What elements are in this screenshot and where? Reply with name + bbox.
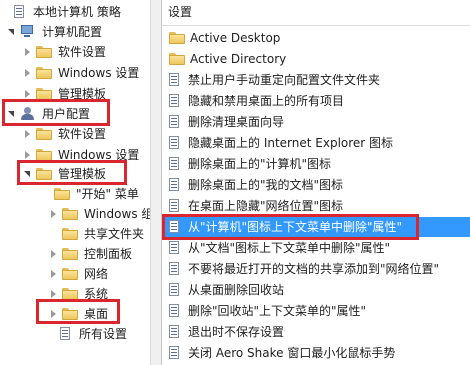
tree-control-panel[interactable]: 控制面板 (48, 244, 132, 264)
tree-computer-software[interactable]: 软件设置 (22, 42, 106, 62)
tree-computer-admin[interactable]: 管理模板 (22, 84, 106, 104)
list-item-selected[interactable]: 从"计算机"图标上下文菜单中删除"属性" (165, 217, 470, 237)
list-item[interactable]: 隐藏和禁用桌面上的所有项目 (165, 91, 470, 111)
folder-icon (54, 188, 70, 200)
list-item[interactable]: 从桌面删除回收站 (165, 280, 470, 300)
tree-shared-folders[interactable]: 共享文件夹 (48, 224, 144, 244)
collapse-arrow-icon[interactable] (48, 310, 58, 318)
settings-column-header[interactable]: 设置 (162, 0, 470, 26)
policy-icon (167, 178, 183, 192)
expand-arrow-icon[interactable] (6, 111, 16, 117)
tree-root[interactable]: 本地计算机 策略 (2, 2, 121, 22)
folder-icon (62, 288, 78, 300)
policy-icon (167, 262, 183, 276)
folder-icon (36, 149, 52, 161)
tree-user-windows[interactable]: Windows 设置 (22, 145, 139, 165)
folder-icon (36, 88, 52, 100)
list-item[interactable]: 退出时不保存设置 (165, 322, 470, 342)
list-item[interactable]: 在桌面上隐藏"网络位置"图标 (165, 196, 470, 216)
collapse-arrow-icon[interactable] (22, 130, 32, 138)
policy-icon (167, 325, 183, 339)
folder-icon (62, 208, 78, 220)
list-item[interactable]: 删除桌面上的"计算机"图标 (165, 154, 470, 174)
expand-arrow-icon[interactable] (22, 171, 32, 177)
settings-list[interactable]: 设置 Active Desktop Active Directory 禁止用户手… (162, 0, 470, 365)
collapse-arrow-icon[interactable] (22, 90, 32, 98)
list-item[interactable]: 禁止用户手动重定向配置文件文件夹 (165, 70, 470, 90)
policy-icon (167, 220, 183, 234)
list-item[interactable]: 不要将最近打开的文档的共享添加到"网络位置" (165, 259, 470, 279)
tree-user-config[interactable]: 用户配置 (6, 104, 90, 124)
policy-icon (167, 304, 183, 318)
folder-icon (62, 308, 78, 320)
tree-desktop[interactable]: 桌面 (48, 304, 108, 324)
tree-start-menu[interactable]: "开始" 菜单 (40, 184, 139, 204)
tree-all-settings[interactable]: 所有设置 (48, 324, 127, 344)
expand-arrow-icon[interactable] (6, 29, 16, 35)
folder-icon (36, 168, 52, 180)
user-icon (20, 107, 36, 121)
policy-icon (12, 5, 28, 19)
list-item[interactable]: 删除桌面上的"我的文档"图标 (165, 175, 470, 195)
tree-system[interactable]: 系统 (48, 284, 108, 304)
collapse-arrow-icon[interactable] (22, 151, 32, 159)
list-item[interactable]: Active Directory (165, 49, 470, 69)
list-item[interactable]: Active Desktop (165, 28, 470, 48)
list-item[interactable]: 删除"回收站"上下文菜单的"属性" (165, 301, 470, 321)
policy-icon (167, 115, 183, 129)
policy-icon (167, 136, 183, 150)
tree-network[interactable]: 网络 (48, 264, 108, 284)
tree-computer-windows[interactable]: Windows 设置 (22, 63, 139, 83)
folder-icon (36, 67, 52, 79)
tree-windows-components[interactable]: Windows 组 (48, 204, 150, 224)
folder-icon (169, 53, 185, 65)
policy-icon (167, 157, 183, 171)
collapse-arrow-icon[interactable] (48, 210, 58, 218)
policy-icon (167, 346, 183, 360)
folder-icon (36, 46, 52, 58)
folder-icon (62, 268, 78, 280)
tree-user-software[interactable]: 软件设置 (22, 124, 106, 144)
pane-divider[interactable] (150, 0, 162, 365)
collapse-arrow-icon[interactable] (48, 290, 58, 298)
policy-tree[interactable]: 本地计算机 策略 计算机配置 软件设置 Windows 设置 管理模板 用户配置… (0, 0, 150, 365)
tree-user-admin[interactable]: 管理模板 (22, 164, 106, 184)
tree-computer-config[interactable]: 计算机配置 (6, 22, 102, 42)
policy-icon (167, 94, 183, 108)
policy-icon (58, 327, 74, 341)
folder-icon (62, 248, 78, 260)
folder-icon (169, 32, 185, 44)
policy-icon (167, 73, 183, 87)
policy-icon (167, 199, 183, 213)
folder-icon (62, 228, 78, 240)
folder-icon (36, 128, 52, 140)
list-item[interactable]: 从"文档"图标上下文菜单中删除"属性" (165, 238, 470, 258)
policy-icon (167, 241, 183, 255)
computer-icon (20, 25, 36, 39)
list-item[interactable]: 隐藏桌面上的 Internet Explorer 图标 (165, 133, 470, 153)
collapse-arrow-icon[interactable] (22, 48, 32, 56)
policy-icon (167, 283, 183, 297)
collapse-arrow-icon[interactable] (22, 69, 32, 77)
list-item[interactable]: 删除清理桌面向导 (165, 112, 470, 132)
collapse-arrow-icon[interactable] (48, 250, 58, 258)
collapse-arrow-icon[interactable] (48, 270, 58, 278)
list-item[interactable]: 关闭 Aero Shake 窗口最小化鼠标手势 (165, 343, 470, 363)
